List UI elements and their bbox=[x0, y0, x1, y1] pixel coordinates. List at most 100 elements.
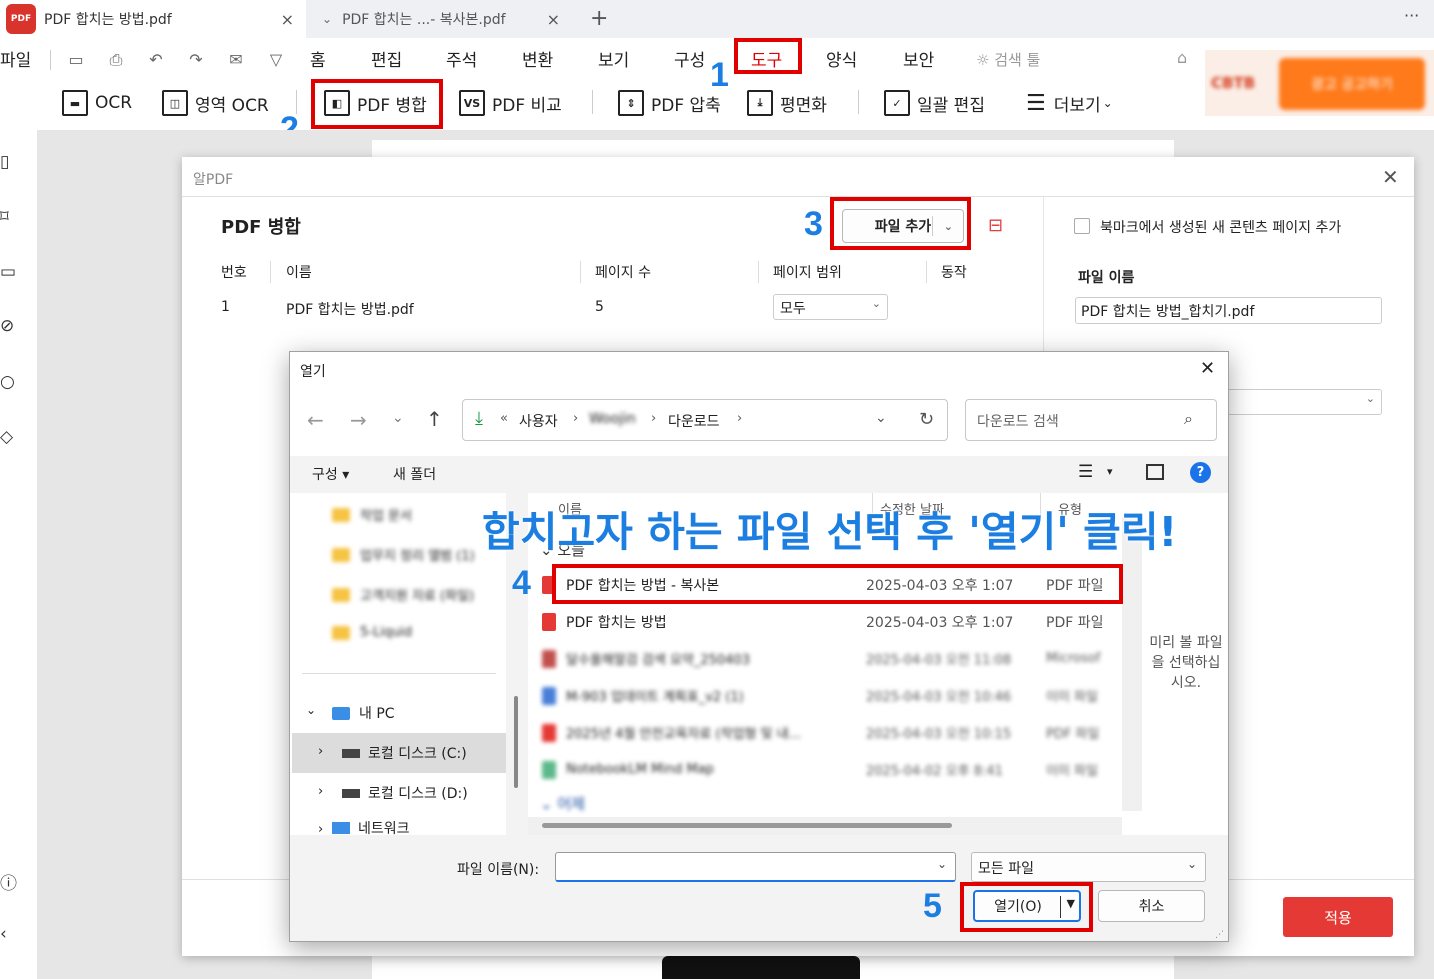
print-icon[interactable]: ⎙ bbox=[106, 50, 126, 69]
back-icon[interactable]: ← bbox=[307, 408, 324, 432]
ocr-icon: ▬ bbox=[62, 90, 88, 116]
step-3-label: 3 bbox=[804, 205, 823, 243]
area-ocr-button[interactable]: ◫ 영역 OCR bbox=[162, 86, 269, 120]
chevron-down-icon[interactable]: ⌄ bbox=[875, 410, 887, 426]
search-input[interactable]: 다운로드 검색 ⌕ bbox=[965, 399, 1217, 441]
output-filename-input[interactable]: PDF 합치는 방법_합치기.pdf bbox=[1075, 297, 1382, 324]
menu-convert[interactable]: 변환 bbox=[522, 46, 553, 71]
nav-folder[interactable]: 5-Liquid bbox=[332, 625, 412, 640]
cancel-button[interactable]: 취소 bbox=[1098, 890, 1205, 922]
help-icon[interactable]: ⓘ bbox=[0, 869, 20, 894]
group-earlier[interactable]: ⌄ 어제 bbox=[540, 793, 585, 814]
organize-button[interactable]: 구성 ▾ bbox=[312, 464, 349, 484]
menu-security[interactable]: 보안 bbox=[903, 46, 934, 71]
address-bar[interactable]: ⤓ « 사용자 › Woojin › 다운로드 › ⌄ ↻ bbox=[462, 399, 948, 441]
breadcrumb-downloads[interactable]: 다운로드 bbox=[668, 411, 720, 431]
more-options-icon[interactable]: ··· bbox=[1404, 6, 1419, 25]
forward-icon[interactable]: → bbox=[350, 408, 367, 432]
nav-drive-c[interactable]: 로컬 디스크 (C:) bbox=[342, 743, 467, 763]
search-placeholder: 다운로드 검색 bbox=[977, 414, 1059, 430]
file-name: PDF 합치는 방법 bbox=[566, 614, 667, 631]
breadcrumb-overflow[interactable]: « bbox=[500, 411, 508, 426]
chevron-right-icon[interactable]: › bbox=[318, 784, 323, 799]
pdf-compare-button[interactable]: VS PDF 비교 bbox=[459, 86, 562, 120]
flatten-icon: ⤓ bbox=[747, 90, 773, 116]
bookmark-icon[interactable]: ⌑ bbox=[0, 207, 20, 227]
mail-icon[interactable]: ✉ bbox=[226, 50, 246, 69]
close-icon[interactable]: × bbox=[281, 10, 294, 29]
chevron-right-icon[interactable]: › bbox=[318, 822, 323, 837]
layers-icon[interactable]: ◇ bbox=[0, 427, 20, 447]
lightbulb-icon: ☼ bbox=[976, 51, 995, 69]
menu-file[interactable]: 파일 bbox=[0, 46, 31, 71]
menu-home[interactable]: 홈 bbox=[310, 46, 326, 71]
help-icon[interactable]: ? bbox=[1190, 462, 1211, 483]
chevron-down-icon: ⌄ bbox=[936, 857, 947, 871]
flatten-button[interactable]: ⤓ 평면화 bbox=[747, 86, 827, 120]
dropdown-icon[interactable]: ▽ bbox=[266, 50, 286, 69]
redo-icon[interactable]: ↷ bbox=[186, 50, 206, 69]
highlight-open-button bbox=[960, 882, 1093, 932]
preview-pane-icon[interactable] bbox=[1146, 464, 1164, 480]
collapse-ribbon-icon[interactable]: ⌂ bbox=[1177, 48, 1187, 67]
menu-edit[interactable]: 편집 bbox=[371, 46, 402, 71]
page-thumbnail-icon[interactable]: ▯ bbox=[0, 152, 20, 172]
more-button[interactable]: ☰ 더보기 ⌄ bbox=[1026, 86, 1113, 120]
tab-pdf-merge-method[interactable]: PDF PDF 합치는 방법.pdf × bbox=[0, 0, 306, 38]
recent-locations-icon[interactable]: ⌄ bbox=[392, 410, 404, 426]
save-icon[interactable]: ▭ bbox=[66, 50, 86, 69]
file-row[interactable]: 달수올해말검 검색 요약_250403 2025-04-03 오전 11:08 … bbox=[542, 640, 1112, 677]
horizontal-scrollbar[interactable] bbox=[542, 823, 952, 828]
new-folder-button[interactable]: 새 폴더 bbox=[393, 464, 436, 484]
batch-edit-button[interactable]: ✓ 일괄 편집 bbox=[884, 86, 985, 120]
bookmark-checkbox[interactable] bbox=[1074, 218, 1090, 234]
nav-network[interactable]: 네트워크 bbox=[332, 821, 410, 835]
search-tool[interactable]: ☼ 검색 툴 bbox=[976, 49, 1040, 70]
delete-icon[interactable]: ⊟ bbox=[988, 215, 1003, 236]
ocr-button[interactable]: ▬ OCR bbox=[62, 86, 132, 120]
file-row[interactable]: NotebookLM Mind Map 2025-04-02 오후 8:41 이… bbox=[542, 751, 1112, 788]
file-row[interactable]: M-903 업데이트 계획표_v2 (1) 2025-04-03 오전 10:4… bbox=[542, 677, 1112, 714]
menu-view[interactable]: 보기 bbox=[598, 46, 629, 71]
menu-annotate[interactable]: 주석 bbox=[446, 46, 477, 71]
search-icon[interactable]: ○ bbox=[0, 372, 20, 392]
file-type: PDF 파일 bbox=[1046, 614, 1104, 631]
refresh-icon[interactable]: ↻ bbox=[919, 409, 934, 430]
menu-forms[interactable]: 양식 bbox=[826, 46, 857, 71]
folder-name: 고객지원 자료 (파일) bbox=[360, 589, 475, 604]
chevron-down-icon[interactable]: ⌄ bbox=[306, 703, 316, 717]
nav-folder[interactable]: 업무지 정리 앨범 (1) bbox=[332, 545, 475, 564]
filetype-select[interactable]: 모든 파일 ⌄ bbox=[971, 852, 1206, 882]
comment-icon[interactable]: ▭ bbox=[0, 262, 20, 282]
collapse-sidebar-icon[interactable]: ‹ bbox=[0, 924, 20, 944]
nav-drive-d[interactable]: 로컬 디스크 (D:) bbox=[342, 783, 468, 803]
close-icon[interactable]: ✕ bbox=[1200, 358, 1215, 379]
view-options-icon[interactable]: ☰ bbox=[1078, 462, 1093, 482]
apply-button[interactable]: 적용 bbox=[1283, 897, 1393, 937]
close-icon[interactable]: × bbox=[547, 10, 560, 29]
breadcrumb-users[interactable]: 사용자 bbox=[519, 411, 558, 431]
ad-banner[interactable]: CBTB 광고 공고하기 bbox=[1205, 50, 1434, 116]
nav-folder[interactable]: 고객지원 자료 (파일) bbox=[332, 585, 474, 604]
chevron-down-icon[interactable]: ▾ bbox=[1107, 465, 1113, 478]
breadcrumb-user[interactable]: Woojin bbox=[589, 411, 636, 427]
tool-label: OCR bbox=[95, 93, 133, 113]
file-row[interactable]: 2025년 4월 안전교육자료 (작업형 및 내... 2025-04-03 오… bbox=[542, 714, 1112, 751]
new-tab-button[interactable]: + bbox=[590, 6, 608, 31]
chevron-right-icon[interactable]: › bbox=[318, 744, 323, 759]
nav-this-pc[interactable]: 내 PC bbox=[332, 703, 395, 723]
page-range-select[interactable]: 모두 ⌄ bbox=[773, 294, 888, 320]
up-folder-icon[interactable]: ↑ bbox=[426, 407, 443, 431]
attachment-icon[interactable]: ⊘ bbox=[0, 316, 20, 336]
tool-label: 더보기 bbox=[1053, 95, 1101, 116]
close-icon[interactable]: ✕ bbox=[1382, 165, 1399, 189]
resize-grip-icon[interactable]: ⋰ bbox=[1215, 930, 1224, 940]
tab-pdf-copy[interactable]: ⌄ PDF 합치는 ...- 복사본.pdf × bbox=[310, 0, 572, 38]
undo-icon[interactable]: ↶ bbox=[146, 50, 166, 69]
filename-input[interactable]: ⌄ bbox=[555, 852, 956, 882]
pdf-compress-button[interactable]: ⇕ PDF 압축 bbox=[618, 86, 721, 120]
file-row-original[interactable]: PDF 합치는 방법 2025-04-03 오후 1:07 PDF 파일 bbox=[542, 603, 1112, 640]
nav-folder[interactable]: 작업 문서 bbox=[332, 505, 412, 524]
menu-organize[interactable]: 구성 bbox=[674, 46, 705, 71]
nav-scrollbar[interactable] bbox=[514, 696, 518, 788]
